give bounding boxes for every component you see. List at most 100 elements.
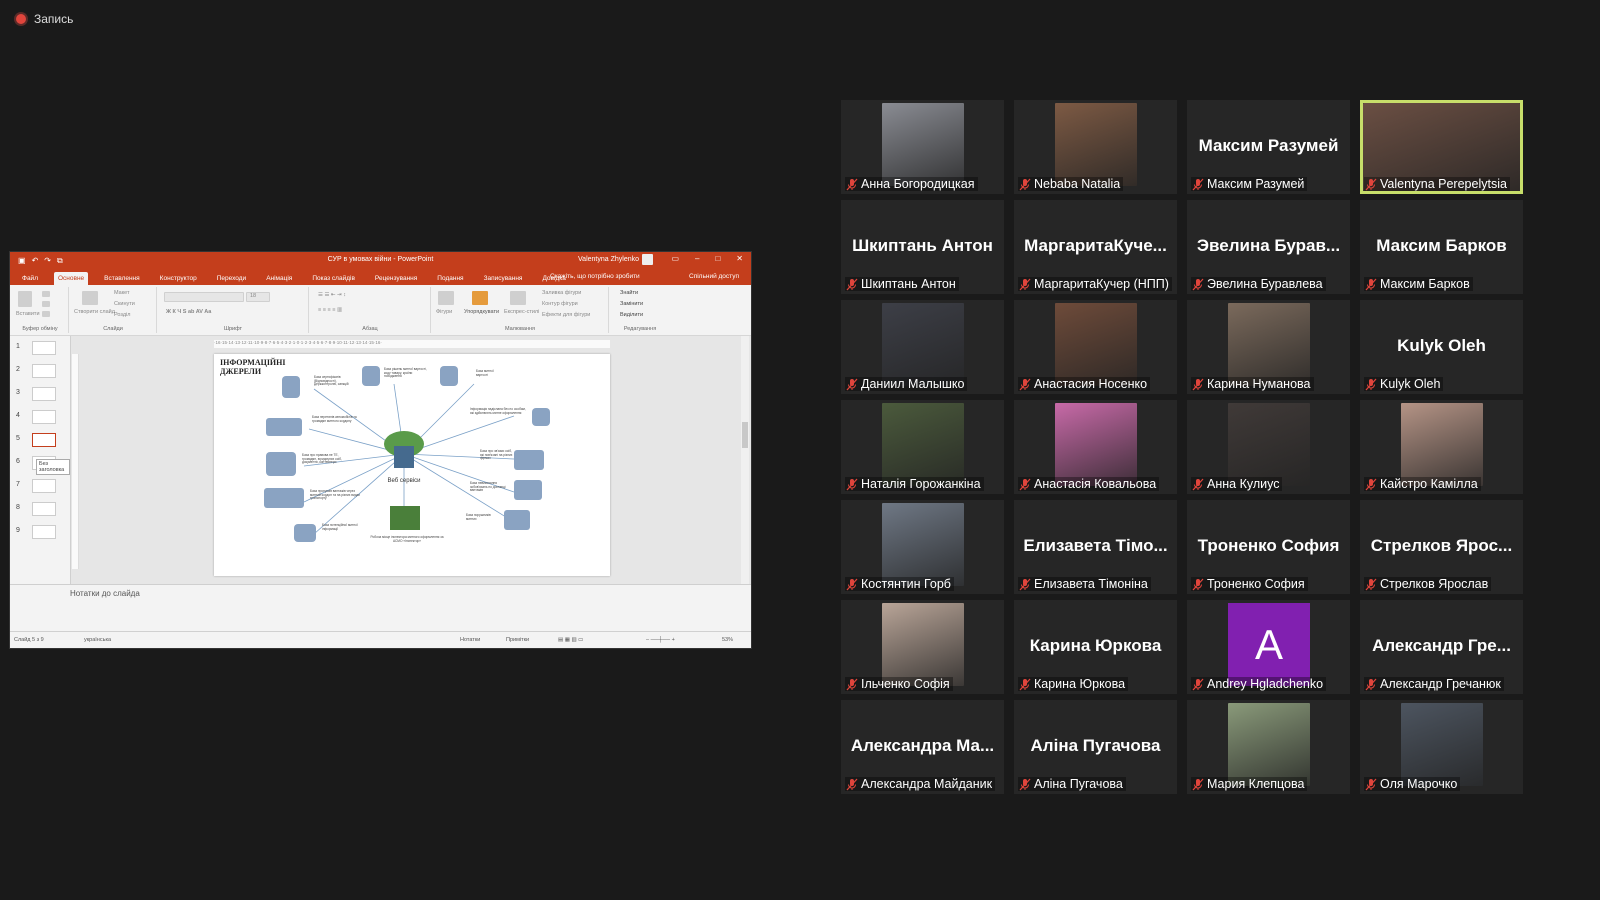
shape-outline-button[interactable]: Контур фігури	[542, 301, 578, 307]
paste-icon[interactable]	[18, 291, 32, 307]
arrange-label[interactable]: Упорядкувати	[464, 309, 499, 315]
participant-tile[interactable]: Александра Ма... Александра Майданик	[841, 700, 1004, 794]
slide-thumbnail[interactable]: 9	[10, 524, 70, 540]
participant-name-label: Анна Богородицкая	[845, 177, 978, 191]
tab-insert[interactable]: Вставлення	[100, 272, 144, 285]
tab-home[interactable]: Основне	[53, 272, 89, 285]
participant-tile[interactable]: Максим Барков Максим Барков	[1360, 200, 1523, 294]
ppt-user-name[interactable]: Valentyna Zhylenko	[578, 256, 639, 263]
participant-tile[interactable]: Nebaba Natalia	[1014, 100, 1177, 194]
quick-styles-icon[interactable]	[510, 291, 526, 305]
participant-tile[interactable]: Максим Разумей Максим Разумей	[1187, 100, 1350, 194]
recording-indicator[interactable]: Запись	[16, 12, 73, 26]
tell-me-search[interactable]: Скажіть, що потрібно зробити	[550, 273, 640, 280]
participant-tile[interactable]: Анастасія Ковальова	[1014, 400, 1177, 494]
font-family-select[interactable]	[164, 292, 244, 302]
participant-tile[interactable]: Кайстро Камілла	[1360, 400, 1523, 494]
participant-tile[interactable]: Анастасия Носенко	[1014, 300, 1177, 394]
ribbon-display-icon[interactable]: ▭	[671, 254, 679, 263]
tab-recording[interactable]: Запису­вання	[480, 272, 527, 285]
layout-button[interactable]: Макет	[114, 290, 130, 296]
share-button[interactable]: Спільний доступ	[689, 273, 739, 280]
list-buttons[interactable]: ☰ ☰ ⇤ ⇥ ↕	[318, 292, 346, 298]
participant-tile[interactable]: Оля Марочко	[1360, 700, 1523, 794]
participant-tile[interactable]: Аліна Пугачова Аліна Пугачова	[1014, 700, 1177, 794]
participant-name: Александр Гречанюк	[1380, 677, 1501, 691]
participant-tile[interactable]: A Andrey Hgladchenko	[1187, 600, 1350, 694]
quick-styles-label[interactable]: Експрес-стилі	[504, 309, 539, 315]
participant-tile[interactable]: Троненко София Троненко София	[1187, 500, 1350, 594]
close-icon[interactable]: ✕	[736, 254, 743, 263]
participant-name-label: Анастасія Ковальова	[1018, 477, 1160, 491]
slide-thumbnail-selected[interactable]: 5	[10, 432, 70, 448]
participant-name-label: Кайстро Камілла	[1364, 477, 1481, 491]
slide-thumbnail[interactable]: 4	[10, 409, 70, 425]
participant-tile[interactable]: Костянтин Горб	[841, 500, 1004, 594]
view-buttons[interactable]: ▤ ▦ ▥ ▭	[558, 637, 583, 643]
tab-slideshow[interactable]: Показ слайдів	[308, 272, 359, 285]
tab-transitions[interactable]: Переходи	[213, 272, 250, 285]
participant-tile[interactable]: Kulyk Oleh Kulyk Oleh	[1360, 300, 1523, 394]
vertical-scrollbar[interactable]	[741, 336, 749, 584]
align-buttons[interactable]: ≡ ≡ ≡ ≡ ▥	[318, 307, 342, 313]
participant-tile[interactable]: Карина Юркова Карина Юркова	[1014, 600, 1177, 694]
arrange-icon[interactable]	[472, 291, 488, 305]
shapes-icon[interactable]	[438, 291, 454, 305]
group-label-drawing: Малювання	[504, 326, 535, 332]
copy-icon[interactable]	[42, 301, 50, 307]
font-style-buttons[interactable]: Ж К Ч S ab AV Aa	[166, 309, 211, 315]
participant-tile[interactable]: Эвелина Бурав... Эвелина Буравлева	[1187, 200, 1350, 294]
shapes-label[interactable]: Фігури	[436, 309, 452, 315]
slide-thumbnail[interactable]: 3	[10, 386, 70, 402]
participant-tile[interactable]: Мария Клепцова	[1187, 700, 1350, 794]
zoom-slider[interactable]: – ──┼── +	[646, 637, 675, 643]
shape-fill-button[interactable]: Заливка фігури	[542, 290, 581, 296]
select-button[interactable]: Виділити	[620, 312, 643, 318]
cut-icon[interactable]	[42, 291, 50, 297]
participant-tile-active-speaker[interactable]: Valentyna Perepelytsia	[1360, 100, 1523, 194]
new-slide-label[interactable]: Створити слайд	[74, 309, 115, 315]
find-button[interactable]: Знайти	[620, 290, 638, 296]
scrollbar-thumb[interactable]	[742, 422, 748, 448]
participant-tile[interactable]: Стрелков Ярос... Стрелков Ярослав	[1360, 500, 1523, 594]
participant-tile[interactable]: МаргаритаКуче... МаргаритаКучер (НПП)	[1014, 200, 1177, 294]
language-indicator[interactable]: українська	[84, 637, 111, 643]
slide-thumbnail[interactable]: 1	[10, 340, 70, 356]
zoom-level[interactable]: 53%	[722, 637, 733, 643]
ribbon-home: Вставити Буфер обміну Створити слайд Мак…	[10, 285, 751, 336]
participant-tile[interactable]: Елизавета Тімо... Елизавета Тімонiна	[1014, 500, 1177, 594]
participant-tile[interactable]: Александр Гре... Александр Гречанюк	[1360, 600, 1523, 694]
slide-item: База пропусків вантажів через митний кор…	[310, 489, 360, 501]
participant-name: Анна Богородицкая	[861, 177, 975, 191]
participant-tile[interactable]: Наталія Горожанкіна	[841, 400, 1004, 494]
participant-tile[interactable]: Анна Кулиус	[1187, 400, 1350, 494]
tab-file[interactable]: Файл	[18, 272, 42, 285]
comments-toggle[interactable]: Примітки	[506, 637, 529, 643]
tab-view[interactable]: Подання	[433, 272, 467, 285]
notes-pane[interactable]: Нотатки до слайда	[10, 584, 751, 632]
slide-thumbnail[interactable]: 2	[10, 363, 70, 379]
shape-effects-button[interactable]: Ефекти для фігури	[542, 312, 590, 318]
section-button[interactable]: Розділ	[114, 312, 130, 318]
notes-toggle[interactable]: Нотатки	[460, 637, 480, 643]
tab-animations[interactable]: Анімація	[262, 272, 296, 285]
minimize-icon[interactable]: –	[695, 254, 699, 263]
user-avatar[interactable]	[642, 254, 653, 265]
format-painter-icon[interactable]	[42, 311, 50, 317]
slide-canvas[interactable]: ІНФОРМАЦІЙНІ ДЖЕРЕЛИ Веб сервіси База се…	[214, 354, 610, 576]
replace-button[interactable]: Замінити	[620, 301, 643, 307]
slide-thumbnail[interactable]: 7	[10, 478, 70, 494]
tab-review[interactable]: Рецензування	[371, 272, 421, 285]
participant-tile[interactable]: Ільченко Софія	[841, 600, 1004, 694]
maximize-icon[interactable]: □	[715, 254, 720, 263]
participant-tile[interactable]: Даниил Малышко	[841, 300, 1004, 394]
participant-tile[interactable]: Карина Нуманова	[1187, 300, 1350, 394]
participant-name-label: Максим Разумей	[1191, 177, 1308, 191]
slide-thumbnail[interactable]: 8	[10, 501, 70, 517]
participant-tile[interactable]: Анна Богородицкая	[841, 100, 1004, 194]
participant-tile[interactable]: Шкиптань Антон Шкиптань Антон	[841, 200, 1004, 294]
participant-name-label: Максим Барков	[1364, 277, 1473, 291]
new-slide-icon[interactable]	[82, 291, 98, 305]
tab-design[interactable]: Конструктор	[156, 272, 201, 285]
reset-button[interactable]: Скинути	[114, 301, 135, 307]
